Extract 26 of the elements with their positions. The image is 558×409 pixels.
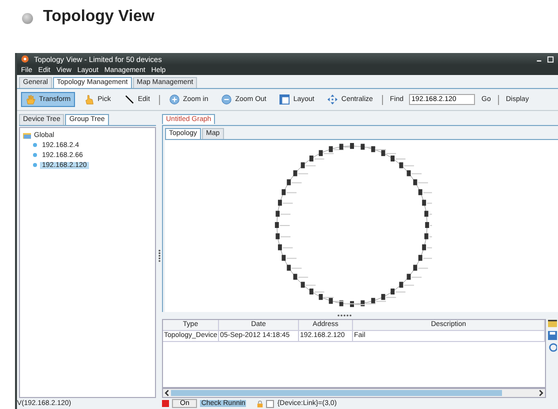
- bullet-icon: [22, 13, 33, 24]
- page-heading: Topology View: [43, 8, 154, 26]
- device-icon: [33, 143, 37, 147]
- checkbox[interactable]: [266, 400, 274, 408]
- zoom-out-icon: [221, 94, 232, 105]
- device-icon: [33, 153, 37, 157]
- scrollbar[interactable]: [162, 388, 546, 398]
- lock-icon: [257, 400, 264, 408]
- app-icon: [21, 55, 29, 63]
- scroll-right-icon[interactable]: [537, 389, 545, 397]
- folder-icon: [23, 132, 31, 138]
- refresh-icon[interactable]: [548, 343, 557, 352]
- hand-icon: [25, 94, 36, 105]
- arrows-icon: [327, 94, 338, 105]
- zoom-in-icon: [168, 94, 180, 105]
- window-icon: [279, 94, 290, 105]
- scroll-left-icon[interactable]: [163, 389, 171, 397]
- status-indicator: [162, 400, 169, 407]
- save-icon[interactable]: [548, 331, 557, 340]
- maximize-icon[interactable]: [547, 56, 554, 62]
- splitter-handle[interactable]: [337, 314, 353, 317]
- folder-icon[interactable]: [548, 319, 557, 328]
- line-icon: [124, 94, 135, 105]
- splitter-handle[interactable]: [158, 249, 160, 263]
- pointing-hand-icon: [84, 94, 95, 105]
- device-icon: [33, 163, 37, 167]
